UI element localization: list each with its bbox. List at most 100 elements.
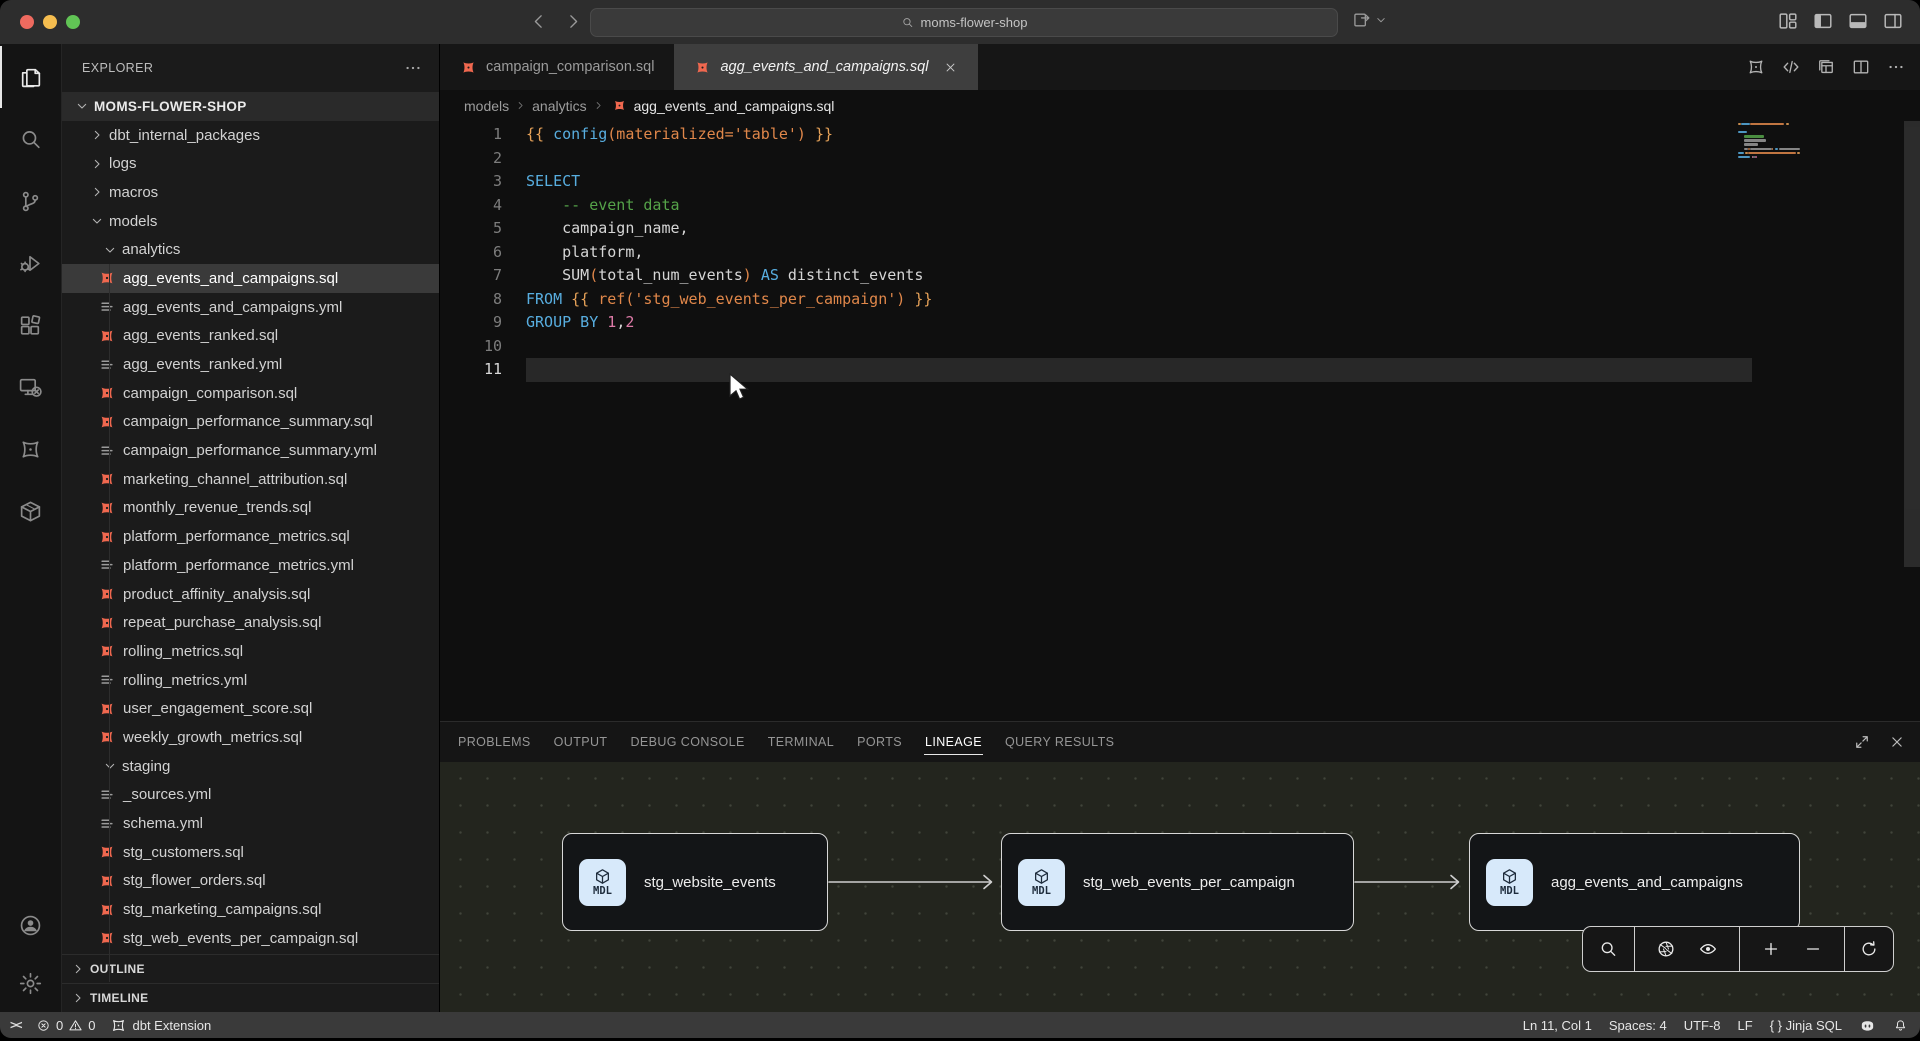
code-line[interactable]: 9GROUP BY 1,2	[440, 311, 1920, 335]
lineage-canvas[interactable]: MDLstg_website_events MDLstg_web_events_p…	[440, 762, 1920, 1012]
code-line[interactable]: 3SELECT	[440, 170, 1920, 194]
status-lf[interactable]: LF	[1738, 1018, 1753, 1033]
file-schema.yml[interactable]: schema.yml	[62, 809, 439, 838]
editor-scrollbar[interactable]	[1904, 121, 1920, 567]
activity-remote-explorer[interactable]	[0, 356, 61, 418]
lineage-node-agg_events_and_campaigns[interactable]: MDLagg_events_and_campaigns	[1469, 833, 1800, 931]
copilot-icon[interactable]	[1859, 1017, 1876, 1034]
file-_sources.yml[interactable]: _sources.yml	[62, 781, 439, 810]
activity-accounts[interactable]	[0, 896, 61, 954]
section-timeline[interactable]: TIMELINE	[62, 983, 439, 1012]
status--jinja-sql[interactable]: { } Jinja SQL	[1770, 1018, 1842, 1033]
file-rolling_metrics.yml[interactable]: rolling_metrics.yml	[62, 666, 439, 695]
file-agg_events_ranked.yml[interactable]: agg_events_ranked.yml	[62, 350, 439, 379]
breadcrumb-file[interactable]: agg_events_and_campaigns.sql	[634, 98, 835, 114]
plus-icon[interactable]	[1761, 939, 1781, 959]
activity-containers[interactable]	[0, 480, 61, 542]
panel-tab-query-results[interactable]: QUERY RESULTS	[1004, 731, 1115, 753]
code-icon[interactable]	[1781, 57, 1801, 77]
status-utf-8[interactable]: UTF-8	[1684, 1018, 1721, 1033]
eye-icon[interactable]	[1698, 939, 1718, 959]
dbt-extension-status[interactable]: dbt Extension	[110, 1017, 211, 1034]
file-agg_events_and_campaigns.yml[interactable]: agg_events_and_campaigns.yml	[62, 293, 439, 322]
file-stg_flower_orders.sql[interactable]: stg_flower_orders.sql	[62, 867, 439, 896]
folder-dbt_internal_packages[interactable]: dbt_internal_packages	[62, 121, 439, 150]
panel-tab-ports[interactable]: PORTS	[856, 731, 903, 753]
maximize-icon[interactable]	[1853, 733, 1871, 751]
panel-tab-debug-console[interactable]: DEBUG CONSOLE	[629, 731, 745, 753]
back-arrow-icon[interactable]	[528, 11, 549, 32]
panel-tab-terminal[interactable]: TERMINAL	[767, 731, 835, 753]
folder-logs[interactable]: logs	[62, 149, 439, 178]
panel-bottom-icon[interactable]	[1847, 10, 1869, 32]
code-line[interactable]: 5 campaign_name,	[440, 217, 1920, 241]
code-line[interactable]: 10	[440, 335, 1920, 359]
panel-tab-lineage[interactable]: LINEAGE	[924, 731, 983, 753]
activity-extensions[interactable]	[0, 294, 61, 356]
close-icon[interactable]	[943, 60, 958, 75]
panel-tab-problems[interactable]: PROBLEMS	[457, 731, 532, 753]
file-marketing_channel_attribution.sql[interactable]: marketing_channel_attribution.sql	[62, 465, 439, 494]
minimap[interactable]	[1738, 123, 1800, 168]
file-product_affinity_analysis.sql[interactable]: product_affinity_analysis.sql	[62, 580, 439, 609]
activity-dbt[interactable]	[0, 418, 61, 480]
folder-analytics[interactable]: analytics	[62, 235, 439, 264]
tab-agg_events_and_campaigns.sql[interactable]: agg_events_and_campaigns.sql	[674, 44, 978, 90]
folder-macros[interactable]: macros	[62, 178, 439, 207]
remote-indicator[interactable]: ><	[10, 1018, 21, 1032]
lineage-node-stg_web_events_per_campaign[interactable]: MDLstg_web_events_per_campaign	[1001, 833, 1354, 931]
status-spaces-4[interactable]: Spaces: 4	[1609, 1018, 1667, 1033]
search-icon[interactable]	[1598, 939, 1618, 959]
file-agg_events_and_campaigns.sql[interactable]: agg_events_and_campaigns.sql	[62, 264, 439, 293]
file-campaign_performance_summary.sql[interactable]: campaign_performance_summary.sql	[62, 408, 439, 437]
breadcrumb-item[interactable]: models	[464, 98, 509, 114]
file-agg_events_ranked.sql[interactable]: agg_events_ranked.sql	[62, 322, 439, 351]
table-icon[interactable]	[1816, 57, 1836, 77]
file-stg_marketing_campaigns.sql[interactable]: stg_marketing_campaigns.sql	[62, 895, 439, 924]
zoom-window-button[interactable]	[66, 15, 80, 29]
close-icon[interactable]	[1888, 733, 1906, 751]
section-outline[interactable]: OUTLINE	[62, 954, 439, 983]
code-line[interactable]: 8FROM {{ ref('stg_web_events_per_campaig…	[440, 288, 1920, 312]
more-actions-icon[interactable]	[403, 58, 423, 78]
forward-arrow-icon[interactable]	[563, 11, 584, 32]
panel-tab-output[interactable]: OUTPUT	[553, 731, 609, 753]
activity-source-control[interactable]	[0, 170, 61, 232]
folder-staging[interactable]: staging	[62, 752, 439, 781]
code-line[interactable]: 6 platform,	[440, 241, 1920, 265]
more-icon[interactable]	[1886, 57, 1906, 77]
code-line[interactable]: 7 SUM(total_num_events) AS distinct_even…	[440, 264, 1920, 288]
code-line[interactable]: 4 -- event data	[440, 194, 1920, 218]
window-action[interactable]	[1352, 10, 1388, 30]
refresh-icon[interactable]	[1859, 939, 1879, 959]
file-stg_web_events_per_campaign.sql[interactable]: stg_web_events_per_campaign.sql	[62, 924, 439, 953]
aperture-icon[interactable]	[1656, 939, 1676, 959]
file-campaign_performance_summary.yml[interactable]: campaign_performance_summary.yml	[62, 436, 439, 465]
problems-indicator[interactable]: 0 0	[36, 1018, 95, 1033]
breadcrumb-item[interactable]: analytics	[532, 98, 586, 114]
tab-campaign_comparison.sql[interactable]: campaign_comparison.sql	[440, 44, 674, 90]
file-platform_performance_metrics.sql[interactable]: platform_performance_metrics.sql	[62, 522, 439, 551]
code-line[interactable]: 11	[440, 358, 1920, 382]
minimize-window-button[interactable]	[43, 15, 57, 29]
panel-left-icon[interactable]	[1812, 10, 1834, 32]
file-repeat_purchase_analysis.sql[interactable]: repeat_purchase_analysis.sql	[62, 608, 439, 637]
folder-models[interactable]: models	[62, 207, 439, 236]
tree-root[interactable]: MOMS-FLOWER-SHOP	[62, 92, 439, 121]
activity-settings[interactable]	[0, 954, 61, 1012]
bell-icon[interactable]	[1893, 1018, 1908, 1033]
activity-explorer[interactable]	[0, 46, 61, 108]
split-editor-icon[interactable]	[1851, 57, 1871, 77]
code-line[interactable]: 2	[440, 147, 1920, 171]
file-rolling_metrics.sql[interactable]: rolling_metrics.sql	[62, 637, 439, 666]
close-window-button[interactable]	[20, 15, 34, 29]
status-ln-11-col-1[interactable]: Ln 11, Col 1	[1523, 1018, 1592, 1033]
activity-search[interactable]	[0, 108, 61, 170]
command-center-search[interactable]: moms-flower-shop	[590, 8, 1338, 37]
panel-right-icon[interactable]	[1882, 10, 1904, 32]
file-user_engagement_score.sql[interactable]: user_engagement_score.sql	[62, 694, 439, 723]
code-editor[interactable]: 1{{ config(materialized='table') }}23SEL…	[440, 121, 1920, 721]
lineage-node-stg_website_events[interactable]: MDLstg_website_events	[562, 833, 828, 931]
file-monthly_revenue_trends.sql[interactable]: monthly_revenue_trends.sql	[62, 494, 439, 523]
activity-run-debug[interactable]	[0, 232, 61, 294]
